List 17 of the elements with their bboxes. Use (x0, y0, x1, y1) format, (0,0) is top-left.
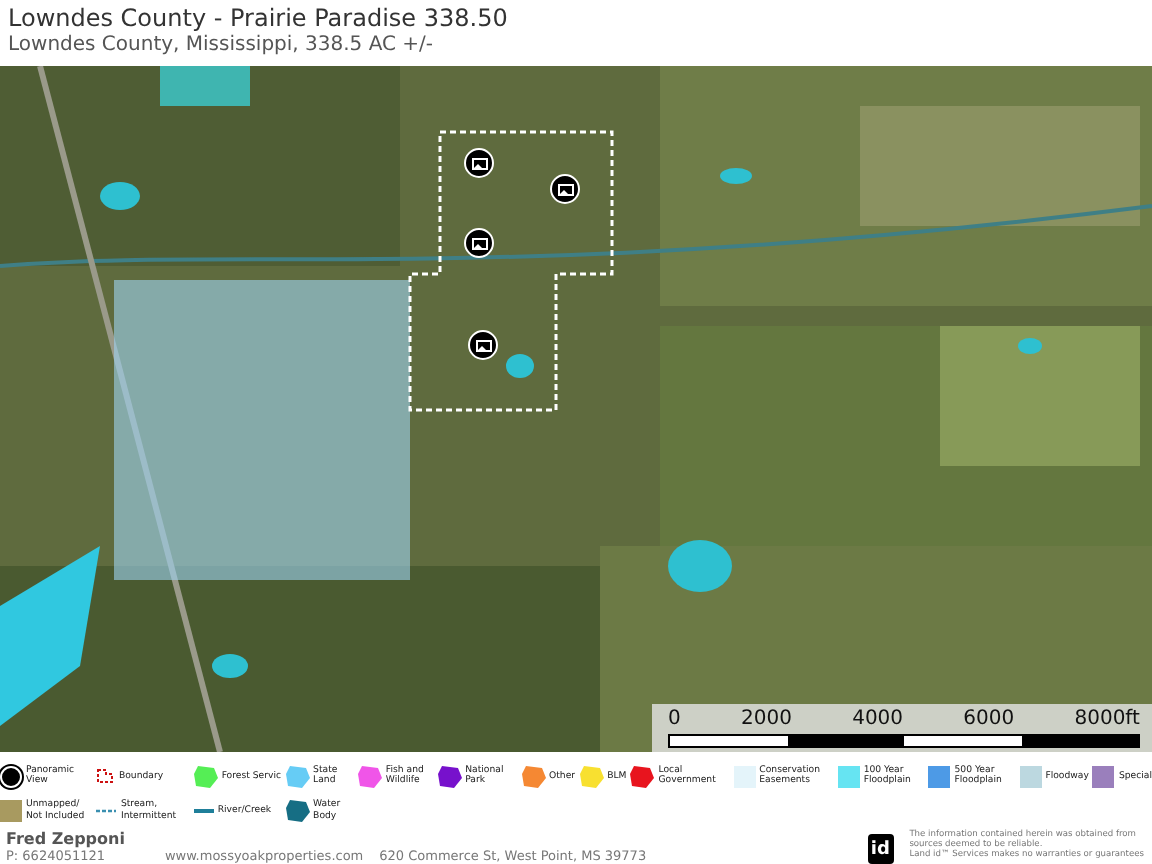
agent-name: Fred Zepponi (6, 830, 125, 848)
pentagon-swatch (285, 800, 310, 823)
pentagon-swatch (193, 765, 218, 788)
scale-label: 2000 (741, 708, 792, 730)
pentagon-swatch (285, 765, 310, 788)
scale-label: 4000 (852, 708, 904, 730)
scale-label: 0 (668, 708, 681, 730)
brand-logo: id (867, 834, 894, 864)
pentagon-swatch (579, 765, 604, 788)
pentagon-swatch (630, 765, 655, 788)
pentagon-swatch (437, 765, 462, 788)
scale-label: 6000 (963, 708, 1015, 730)
scale-label: 8000ft (1074, 708, 1140, 730)
pentagon-swatch (521, 765, 546, 788)
map-subtitle: Lowndes County, Mississippi, 338.5 AC +/- (8, 32, 434, 58)
pentagon-swatch (357, 765, 382, 788)
map-title: Lowndes County - Prairie Paradise 338.50 (8, 4, 508, 32)
